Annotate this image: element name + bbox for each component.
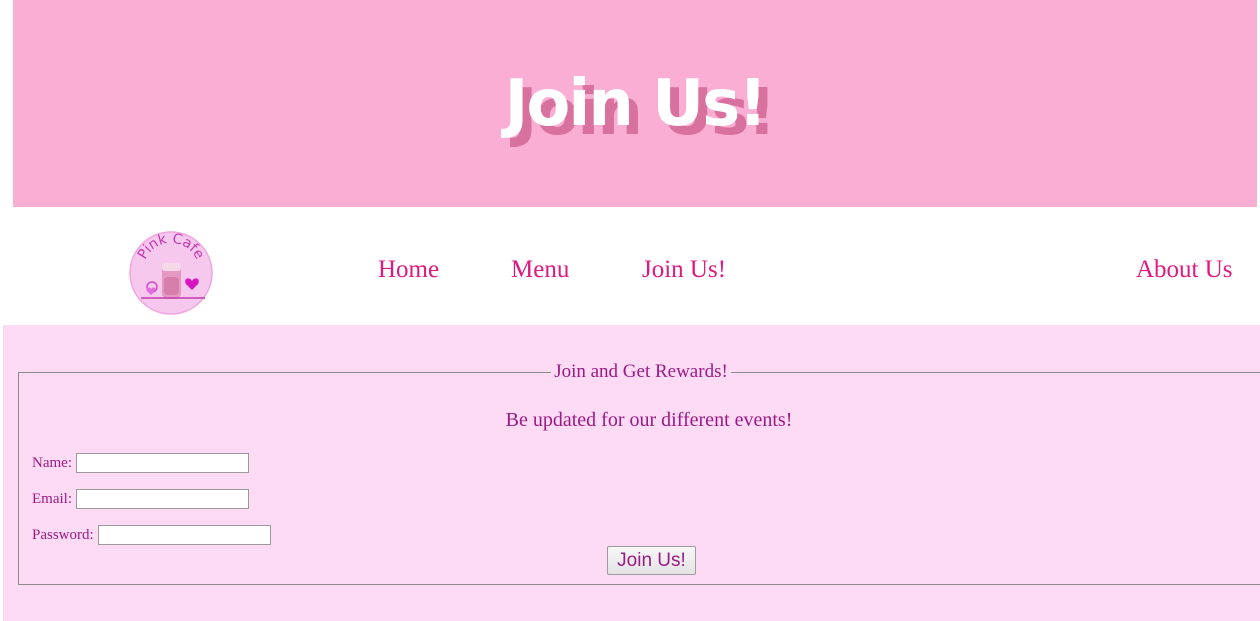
nav-home-link[interactable]: Home [378, 255, 439, 285]
join-us-button[interactable]: Join Us! [607, 546, 696, 575]
nav-join-us-link[interactable]: Join Us! [642, 255, 726, 285]
email-row: Email: [32, 488, 249, 510]
legend-text: Join and Get Rewards! [551, 361, 731, 382]
main-section: Join and Get Rewards! Be updated for our… [3, 325, 1260, 621]
password-label: Password: [32, 526, 94, 543]
password-row: Password: [32, 524, 271, 546]
rewards-fieldset: Join and Get Rewards! Be updated for our… [18, 361, 1260, 585]
email-input[interactable] [76, 489, 249, 509]
email-label: Email: [32, 490, 72, 507]
form-subtitle: Be updated for our different events! [505, 409, 793, 431]
nav-about-us-link[interactable]: About Us [1136, 255, 1233, 285]
name-input[interactable] [75, 453, 249, 473]
nav-menu-link[interactable]: Menu [511, 255, 569, 285]
fieldset-legend: Join and Get Rewards! [19, 361, 1260, 383]
name-row: Name: [32, 452, 249, 474]
navigation-bar: Pink Cafe Home Menu Join Us! About Us [0, 207, 1260, 325]
header-banner: Join Us! [13, 0, 1257, 207]
password-input[interactable] [97, 525, 271, 545]
name-label: Name: [32, 454, 72, 471]
page-title: Join Us! [504, 67, 768, 141]
pink-cafe-logo[interactable]: Pink Cafe [129, 231, 213, 315]
